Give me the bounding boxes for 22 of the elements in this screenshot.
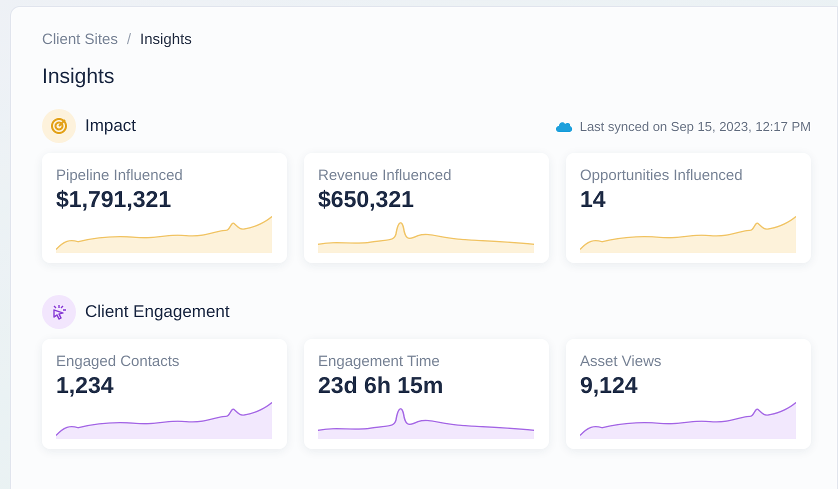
page-title: Insights (42, 65, 116, 89)
breadcrumb-link[interactable]: Client Sites (42, 30, 118, 48)
cloud-icon (554, 120, 573, 132)
section-icon (42, 295, 76, 329)
metric-label: Pipeline Influenced (56, 167, 184, 184)
metric-label: Engagement Time (318, 353, 441, 370)
metric-value: $650,321 (318, 186, 415, 213)
metric-value: 23d 6h 15m (318, 372, 444, 399)
metric-label: Opportunities Influenced (580, 167, 744, 184)
section-title: Impact (85, 116, 136, 136)
section-title: Client Engagement (85, 302, 230, 322)
metric-label: Asset Views (580, 353, 662, 370)
sync-status: Last synced on Sep 15, 2023, 12:17 PM (580, 118, 811, 134)
section-icon (42, 109, 76, 143)
metric-value: 9,124 (580, 372, 639, 399)
metric-label: Engaged Contacts (56, 353, 180, 370)
metric-value: $1,791,321 (56, 186, 172, 213)
metric-label: Revenue Influenced (318, 167, 452, 184)
metric-value: 14 (580, 186, 607, 213)
current-page-label: Insights (140, 30, 192, 48)
metric-value: 1,234 (56, 372, 115, 399)
breadcrumb-separator: / (126, 30, 132, 48)
